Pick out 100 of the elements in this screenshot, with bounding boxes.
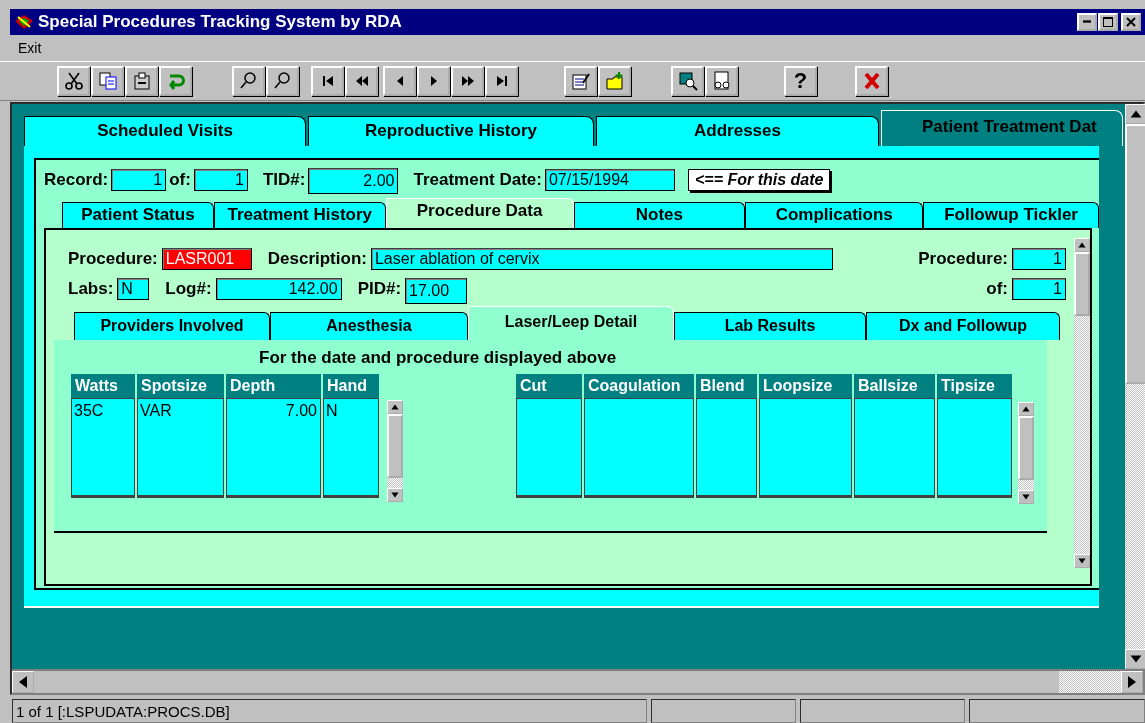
input-field[interactable]: 2.00 bbox=[308, 167, 399, 194]
scroll-up-icon[interactable] bbox=[1125, 103, 1145, 124]
vertical-scrollbar[interactable] bbox=[1125, 103, 1145, 670]
status-text: 1 of 1 [:LSPUDATA:PROCS.DB] bbox=[12, 699, 647, 723]
scroll-track[interactable] bbox=[1018, 479, 1034, 490]
tab[interactable]: Anesthesia bbox=[270, 311, 468, 340]
tab[interactable]: Followup Tickler bbox=[923, 201, 1099, 228]
view-button[interactable] bbox=[705, 65, 738, 96]
scroll-left-icon[interactable] bbox=[12, 671, 34, 694]
folder-plus-icon bbox=[604, 70, 625, 91]
scroll-thumb[interactable] bbox=[1074, 251, 1090, 316]
find-next-button[interactable] bbox=[266, 65, 299, 96]
field-label: Procedure: bbox=[68, 248, 158, 269]
vertical-scrollbar[interactable] bbox=[1018, 401, 1034, 504]
delete-button[interactable] bbox=[855, 65, 888, 96]
column-header: Hand bbox=[323, 373, 379, 398]
cut-button[interactable] bbox=[57, 65, 90, 96]
maximize-button[interactable] bbox=[1098, 13, 1118, 31]
input-field[interactable]: 17.00 bbox=[405, 277, 468, 304]
next-button[interactable] bbox=[417, 65, 450, 96]
tab[interactable]: Reproductive History bbox=[308, 115, 594, 146]
tab[interactable]: Patient Status bbox=[62, 201, 214, 228]
input-field[interactable]: LASR001 bbox=[161, 247, 252, 270]
field-label: Record: bbox=[44, 169, 109, 190]
maximize-icon bbox=[1103, 17, 1113, 27]
tab[interactable]: Providers Involved bbox=[74, 311, 270, 340]
horizontal-scrollbar[interactable] bbox=[12, 669, 1143, 694]
tab[interactable]: Laser/Leep Detail bbox=[468, 305, 674, 340]
window-title: Special Procedures Tracking System by RDA bbox=[38, 12, 402, 32]
field-label: PID#: bbox=[357, 278, 402, 299]
input-field[interactable]: 1 bbox=[111, 168, 167, 191]
tab[interactable]: Notes bbox=[573, 201, 746, 228]
previous-button[interactable] bbox=[383, 65, 416, 96]
first-button[interactable] bbox=[311, 65, 344, 96]
column-header: Tipsize bbox=[937, 373, 1012, 398]
field-label: of: bbox=[986, 278, 1008, 299]
scroll-thumb[interactable] bbox=[387, 413, 403, 478]
column-header: Blend bbox=[696, 373, 757, 398]
input-field[interactable]: 07/15/1994 bbox=[544, 168, 675, 191]
preview-button[interactable] bbox=[671, 65, 704, 96]
column-header: Depth bbox=[226, 373, 321, 398]
help-button[interactable]: ? bbox=[784, 65, 817, 96]
tab[interactable]: Treatment History bbox=[213, 201, 386, 228]
table-cell-text: VAR bbox=[139, 400, 173, 420]
column-header: Ballsize bbox=[854, 373, 935, 398]
scroll-up-icon[interactable] bbox=[1074, 237, 1090, 252]
tab[interactable]: Patient Treatment Dat bbox=[881, 109, 1123, 146]
last-button[interactable] bbox=[485, 65, 518, 96]
tab[interactable]: Procedure Data bbox=[385, 197, 574, 228]
new-record-button[interactable] bbox=[598, 65, 631, 96]
column-header: Cut bbox=[516, 373, 582, 398]
input-field[interactable]: Laser ablation of cervix bbox=[370, 247, 833, 270]
input-field[interactable]: N bbox=[117, 277, 150, 300]
column-header: Watts bbox=[71, 373, 135, 398]
clipboard-icon bbox=[131, 70, 152, 91]
tab[interactable]: Dx and Followup bbox=[866, 311, 1060, 340]
find-button[interactable] bbox=[232, 65, 265, 96]
paste-button[interactable] bbox=[125, 65, 158, 96]
copy-icon bbox=[97, 70, 118, 91]
field-label: Treatment Date: bbox=[413, 169, 542, 190]
scroll-thumb[interactable] bbox=[1018, 415, 1034, 480]
field-label: Labs: bbox=[68, 278, 114, 299]
left-icon bbox=[395, 74, 404, 87]
close-button[interactable] bbox=[1121, 13, 1141, 31]
input-field[interactable]: 142.00 bbox=[215, 277, 342, 300]
field-label: TID#: bbox=[262, 169, 306, 190]
scroll-track[interactable] bbox=[387, 477, 403, 488]
previous-page-button[interactable] bbox=[345, 65, 378, 96]
column-header: Coagulation bbox=[584, 373, 694, 398]
column-header: Loopsize bbox=[759, 373, 852, 398]
scroll-thumb[interactable] bbox=[1125, 123, 1145, 384]
table-cell-text: N bbox=[325, 400, 339, 420]
tab[interactable]: Complications bbox=[745, 201, 924, 228]
minimize-icon bbox=[1083, 20, 1091, 24]
undo-button[interactable] bbox=[159, 65, 192, 96]
table-cell-text: 7.00 bbox=[284, 400, 318, 420]
scroll-up-icon[interactable] bbox=[1018, 401, 1034, 416]
copy-button[interactable] bbox=[91, 65, 124, 96]
column-header: Spotsize bbox=[137, 373, 224, 398]
vertical-scrollbar[interactable] bbox=[387, 399, 403, 502]
minimize-button[interactable] bbox=[1077, 13, 1097, 31]
right-icon bbox=[429, 74, 438, 87]
input-field[interactable]: 1 bbox=[193, 168, 248, 191]
field-label: Procedure: bbox=[918, 248, 1008, 269]
scroll-up-icon[interactable] bbox=[387, 399, 403, 414]
tab[interactable]: Scheduled Visits bbox=[24, 115, 306, 146]
menu-item[interactable]: Exit bbox=[18, 39, 42, 56]
input-field[interactable]: 1 bbox=[1012, 277, 1066, 300]
scroll-right-icon[interactable] bbox=[1121, 671, 1143, 694]
scroll-down-icon[interactable] bbox=[1125, 649, 1145, 670]
input-field[interactable]: 1 bbox=[1012, 247, 1066, 270]
tab[interactable]: Lab Results bbox=[674, 311, 866, 340]
tab[interactable]: Addresses bbox=[596, 115, 879, 146]
field-label: of: bbox=[169, 169, 191, 190]
monitor-search-icon bbox=[677, 70, 698, 91]
next-page-button[interactable] bbox=[451, 65, 484, 96]
vertical-scrollbar[interactable] bbox=[1074, 237, 1090, 568]
edit-form-button[interactable] bbox=[564, 65, 597, 96]
field-label: Description: bbox=[267, 248, 367, 269]
date-note: <== For this date bbox=[687, 168, 831, 191]
